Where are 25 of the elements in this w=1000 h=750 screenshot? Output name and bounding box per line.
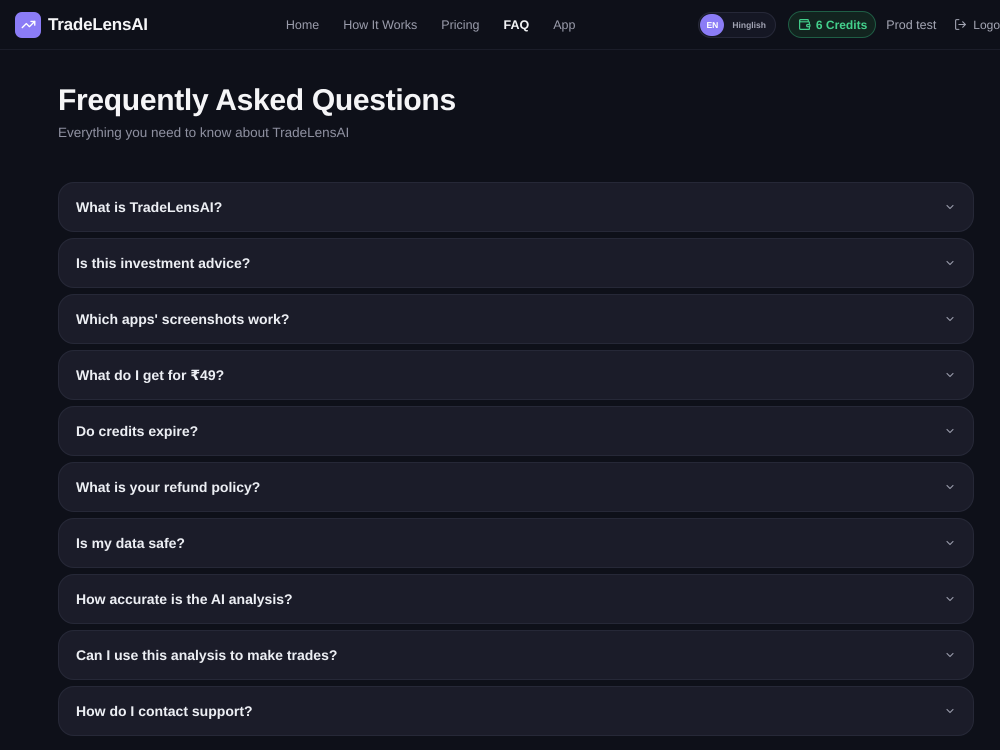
faq-question[interactable]: How accurate is the AI analysis? [58,574,974,624]
wallet-icon [798,18,811,31]
page-subtitle: Everything you need to know about TradeLensAI [58,125,350,140]
page-title: Frequently Asked Questions [58,83,457,119]
faq-question[interactable]: Do credits expire? [58,406,974,456]
nav-link[interactable]: Home [286,18,320,32]
faq-question[interactable]: Can I use this analysis to make trades? [58,630,974,680]
faq-question[interactable]: Is my data safe? [58,518,974,568]
faq-question[interactable]: How do I contact support? [58,686,974,736]
faq-question[interactable]: Is this investment advice? [58,238,974,288]
user-name: Prod test [886,18,936,32]
nav-link[interactable]: App [553,18,576,32]
nav-link[interactable]: How It Works [343,18,418,32]
nav-link[interactable]: Pricing [441,18,480,32]
faq-question[interactable]: What is TradeLensAI? [58,182,974,232]
logout-icon [954,18,968,31]
faq-question[interactable]: Which apps' screenshots work? [58,294,974,344]
faq-question[interactable]: What is your refund policy? [58,462,974,512]
credits-button[interactable]: 6 Credits [788,11,876,38]
logout-button[interactable]: Logo [954,18,1000,32]
faq-question[interactable]: What do I get for ₹49? [58,350,974,400]
brand-name: TradeLensAI [48,14,148,34]
trending-up-logo-icon [15,12,41,38]
nav-link[interactable]: FAQ [504,18,530,32]
language-option[interactable]: Hinglish [724,14,774,36]
